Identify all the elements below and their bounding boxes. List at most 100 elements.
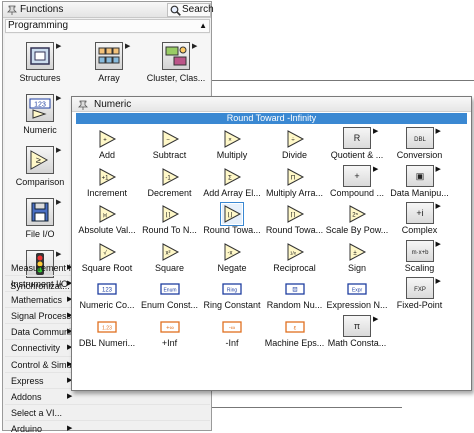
numeric-item-label: Divide xyxy=(281,150,307,160)
numeric-item-random-number[interactable]: ⚄ Random Nu... xyxy=(264,275,326,313)
search-icon xyxy=(170,5,181,16)
numeric-item-label: Compound ... xyxy=(329,187,385,198)
palette-item-file-io[interactable]: ▶ File I/O xyxy=(8,194,72,246)
palette-item-array[interactable]: ▶ Array xyxy=(77,38,141,90)
numeric-item-expression-node[interactable]: Expr Expression N... xyxy=(326,275,388,313)
svg-text:⌈⌉: ⌈⌉ xyxy=(290,212,295,219)
numeric-item-increment[interactable]: +1 Increment xyxy=(76,163,138,201)
svg-text:-1: -1 xyxy=(165,175,171,181)
svg-text:+: + xyxy=(103,138,107,144)
submenu-arrow-icon: ▶ xyxy=(435,128,441,135)
connector-line xyxy=(212,80,474,81)
numeric-item-round-toward-negative-infinity[interactable]: ⌊⌋ Round Towa... xyxy=(201,200,263,238)
numeric-item-square[interactable]: x² Square xyxy=(139,238,201,276)
numeric-item-scale-by-power-of-2[interactable]: 2ⁿ Scale By Pow... xyxy=(326,200,388,238)
numeric-item-compound-arithmetic[interactable]: + ▶ Compound ... xyxy=(326,163,388,201)
numeric-item-multiply-array-elements[interactable]: Π Multiply Arra... xyxy=(264,163,326,201)
category-header-programming[interactable]: Programming ▲ xyxy=(5,19,210,33)
svg-text:m·x+b: m·x+b xyxy=(411,250,429,256)
decrement-icon: -1 xyxy=(160,167,180,187)
numeric-item-reciprocal[interactable]: 1/x Reciprocal xyxy=(264,238,326,276)
palette-item-cluster[interactable]: ▶ Cluster, Clas... xyxy=(144,38,208,90)
category-item[interactable]: Addons ▶ xyxy=(5,389,210,405)
palette-item-comparison[interactable]: ≥ ▶ Comparison xyxy=(8,142,72,194)
palette-item-numeric[interactable]: 123 ▶ Numeric xyxy=(8,90,72,142)
submenu-arrow-icon: ▶ xyxy=(373,165,379,173)
numeric-item-machine-epsilon[interactable]: ε Machine Eps... xyxy=(264,313,326,351)
numeric-item-numeric-constant[interactable]: 123 Numeric Co... xyxy=(76,275,138,313)
category-header-label: Programming xyxy=(8,20,69,31)
random-number-icon: ⚄ xyxy=(284,279,305,299)
numeric-item-label: Square xyxy=(154,262,185,273)
svg-text:π: π xyxy=(354,321,360,331)
numeric-item-multiply[interactable]: × Multiply xyxy=(201,125,263,163)
category-item[interactable]: Select a VI... xyxy=(5,405,210,421)
numeric-item-ring-constant[interactable]: Ring Ring Constant xyxy=(201,275,263,313)
svg-text:⌊⌉: ⌊⌉ xyxy=(165,212,170,219)
palette-item-label: Cluster, Clas... xyxy=(146,73,206,83)
compound-arithmetic-icon: + xyxy=(343,164,371,187)
palette-item-label: Comparison xyxy=(15,177,65,187)
numeric-item-absolute-value[interactable]: |x| Absolute Val... xyxy=(76,200,138,238)
numeric-item-conversion[interactable]: DBL ▶ Conversion xyxy=(389,125,451,163)
collapse-arrow-icon: ▲ xyxy=(199,21,207,30)
search-button[interactable]: Search xyxy=(167,3,214,17)
numeric-item-enum-constant[interactable]: Enum Enum Const... xyxy=(139,275,201,313)
array-icon xyxy=(95,42,123,70)
numeric-item-complex[interactable]: +i ▶ Complex xyxy=(389,200,451,238)
numeric-item-positive-infinity[interactable]: +∞ +Inf xyxy=(139,313,201,351)
numeric-item-label: Round To N... xyxy=(142,225,197,235)
numeric-item-dbl-numeric-constant[interactable]: 1.23 DBL Numeri... xyxy=(76,313,138,351)
numeric-item-scaling[interactable]: m·x+b ▶ Scaling xyxy=(389,238,451,276)
numeric-item-label: Conversion xyxy=(396,150,443,160)
numeric-item-label: Machine Eps... xyxy=(264,337,325,348)
round-toward-negative-infinity-icon: ⌊⌋ xyxy=(220,202,244,226)
submenu-arrow-icon: ▶ xyxy=(435,240,441,248)
expression-node-icon: Expr xyxy=(347,279,367,299)
numeric-item-round-toward-positive-infinity[interactable]: ⌈⌉ Round Towa... xyxy=(264,200,326,238)
pin-icon[interactable] xyxy=(78,100,88,110)
numeric-item-label: Scale By Pow... xyxy=(325,225,389,235)
functions-title-bar: Functions Search xyxy=(3,2,214,18)
numeric-constant-icon: 123 xyxy=(97,279,117,299)
svg-text:+i: +i xyxy=(416,208,423,218)
numeric-item-round-to-nearest[interactable]: ⌊⌉ Round To N... xyxy=(139,200,201,238)
numeric-item-label: Scaling xyxy=(404,262,435,273)
numeric-item-negate[interactable]: -x Negate xyxy=(201,238,263,276)
numeric-item-sign[interactable]: ± Sign xyxy=(326,238,388,276)
numeric-item-fixed-point[interactable]: FXP ▶ Fixed-Point xyxy=(389,275,451,313)
numeric-item-divide[interactable]: ÷ Divide xyxy=(264,125,326,163)
numeric-item-negative-infinity[interactable]: -∞ -Inf xyxy=(201,313,263,351)
category-item[interactable]: Arduino ▶ xyxy=(5,421,210,433)
numeric-item-label: DBL Numeri... xyxy=(78,337,136,348)
svg-text:FXP: FXP xyxy=(414,287,426,293)
numeric-item-label: +Inf xyxy=(161,337,178,348)
svg-text:Ring: Ring xyxy=(227,288,238,294)
svg-text:Π: Π xyxy=(290,175,294,181)
enum-constant-icon: Enum xyxy=(159,279,180,299)
svg-text:≥: ≥ xyxy=(36,155,41,165)
svg-text:Expr: Expr xyxy=(352,288,363,294)
numeric-item-add-array-elements[interactable]: Σ Add Array El... xyxy=(201,163,263,201)
numeric-item-math-constants[interactable]: π ▶ Math Consta... xyxy=(326,313,388,351)
svg-text:+∞: +∞ xyxy=(166,325,174,331)
numeric-title: Numeric xyxy=(94,99,132,110)
numeric-item-subtract[interactable]: − Subtract xyxy=(139,125,201,163)
numeric-item-label: Round Towa... xyxy=(265,225,324,235)
svg-text:+: + xyxy=(354,171,359,181)
scaling-icon: m·x+b xyxy=(405,239,434,262)
numeric-item-quotient-remainder[interactable]: R ▶ Quotient & ... xyxy=(326,125,388,163)
data-manipulation-icon: ▣ xyxy=(405,164,434,187)
numeric-item-label: Sign xyxy=(347,262,366,273)
numeric-item-label: Ring Constant xyxy=(203,300,261,310)
palette-item-label: Structures xyxy=(19,73,61,83)
numeric-item-square-root[interactable]: √ Square Root xyxy=(76,238,138,276)
file-io-icon xyxy=(26,198,54,226)
numeric-item-data-manipulation[interactable]: ▣ ▶ Data Manipu... xyxy=(389,163,451,201)
palette-item-structures[interactable]: ▶ Structures xyxy=(8,38,72,90)
pin-icon[interactable] xyxy=(7,5,17,15)
numeric-item-decrement[interactable]: -1 Decrement xyxy=(139,163,201,201)
svg-text:Σ: Σ xyxy=(228,175,232,181)
negate-icon: -x xyxy=(222,242,242,262)
numeric-item-add[interactable]: + Add xyxy=(76,125,138,163)
